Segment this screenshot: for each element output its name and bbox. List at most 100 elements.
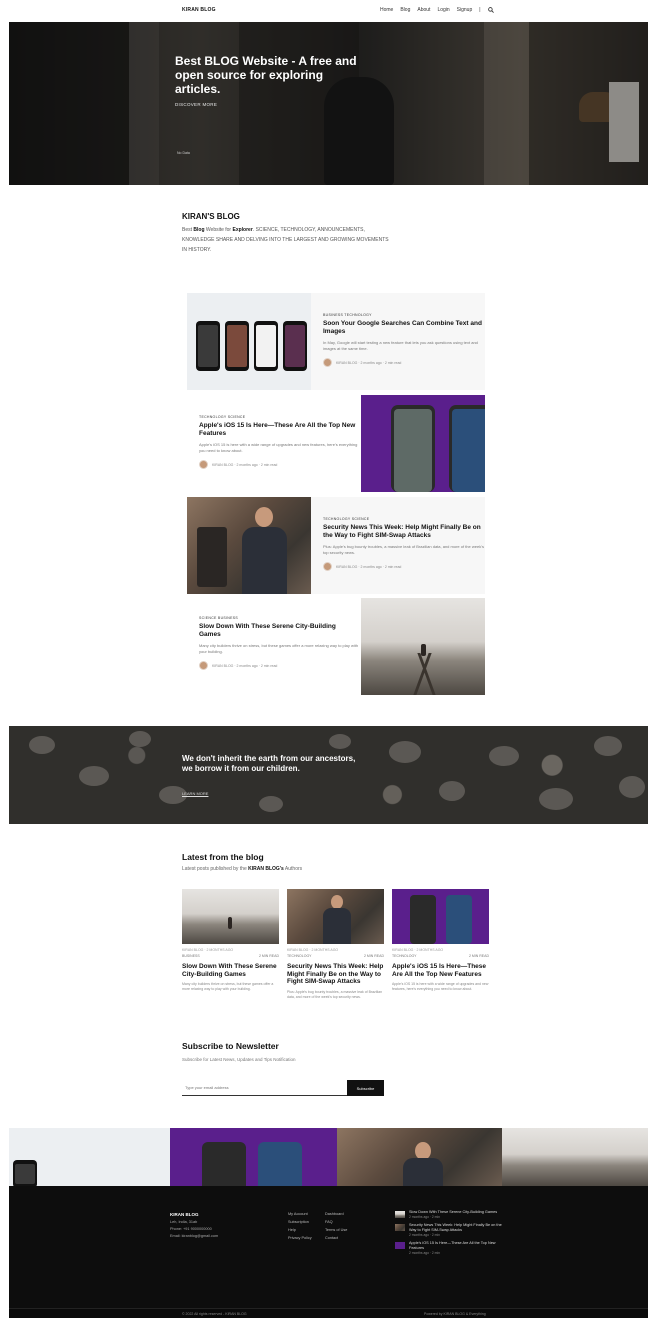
- brand-logo[interactable]: KIRAN BLOG: [182, 7, 216, 13]
- footer-post-date: 2 months ago · 2 min: [409, 1233, 440, 1237]
- footer-post-thumb: [395, 1242, 405, 1249]
- quote-learn-more-link[interactable]: LEARN MORE: [182, 791, 208, 796]
- post-read-time: 2 MIN READ: [258, 954, 279, 958]
- article-meta: KIRAN BLOG · 2 months ago · 2 min read: [336, 360, 402, 365]
- article-title[interactable]: Apple's iOS 15 Is Here—These Are All the…: [199, 422, 359, 438]
- latest-post[interactable]: KIRAN BLOG · 2 MONTHS AGO TECHNOLOGY 2 MI…: [392, 889, 489, 992]
- avatar: [199, 661, 208, 670]
- footer-bottom-bar: [9, 1308, 648, 1318]
- article-card[interactable]: BUSINESS TECHNOLOGY Soon Your Google Sea…: [187, 293, 485, 390]
- intro-text: Best Blog Website for Explorer. SCIENCE,…: [182, 227, 389, 253]
- post-tag[interactable]: TECHNOLOGY: [392, 954, 417, 958]
- post-image: [287, 889, 384, 944]
- article-excerpt: Plus: Apple's bug bounty troubles, a mas…: [323, 544, 484, 555]
- article-title[interactable]: Security News This Week: Help Might Fina…: [323, 524, 488, 540]
- footer-post-thumb: [395, 1211, 405, 1218]
- footer-post-title[interactable]: Security News This Week: Help Might Fina…: [409, 1223, 504, 1233]
- footer-link-privacy[interactable]: Privacy Policy: [288, 1234, 312, 1242]
- footer-post-date: 2 months ago · 2 min: [409, 1215, 440, 1219]
- footer-recent-posts: Slow Down With These Serene City-Buildin…: [395, 1210, 504, 1255]
- hero-banner: [9, 22, 648, 185]
- latest-subtitle: Latest posts published by the KIRAN BLOG…: [182, 866, 303, 872]
- footer-recent-post[interactable]: Apple's iOS 15 Is Here—These Are All the…: [395, 1241, 504, 1255]
- gallery-image-railway[interactable]: [502, 1128, 648, 1186]
- article-image-railway: [361, 598, 485, 695]
- quote-banner: [9, 726, 648, 824]
- article-category[interactable]: BUSINESS TECHNOLOGY: [323, 313, 488, 317]
- subscribe-text: Subscribe for Latest News, Updates and T…: [182, 1057, 296, 1062]
- article-image-phones: [187, 293, 311, 390]
- footer-email[interactable]: Email: kiranblog@gmail.com: [170, 1234, 218, 1238]
- footer-links-col1: My Account Subscription Help Privacy Pol…: [288, 1210, 312, 1242]
- hero-title: Best BLOG Website - A free and open sour…: [175, 54, 357, 96]
- article-card[interactable]: TECHNOLOGY SCIENCE Security News This We…: [187, 497, 485, 594]
- post-excerpt: Plus: Apple's bug bounty troubles, a mas…: [287, 989, 383, 999]
- footer-brand[interactable]: KIRAN BLOG: [170, 1212, 199, 1217]
- post-image: [392, 889, 489, 944]
- post-read-time: 2 MIN READ: [468, 954, 489, 958]
- footer-link-my-account[interactable]: My Account: [288, 1210, 312, 1218]
- footer-link-contact[interactable]: Contact: [325, 1234, 347, 1242]
- nav-link-signup[interactable]: Signup: [457, 7, 473, 15]
- article-image-barista: [187, 497, 311, 594]
- post-date: KIRAN BLOG · 2 MONTHS AGO: [392, 948, 444, 952]
- top-nav: KIRAN BLOG Home Blog About Login Signup …: [0, 0, 649, 22]
- quote-text: We don't inherit the earth from our ance…: [182, 754, 356, 773]
- gallery-image-phones[interactable]: [9, 1128, 170, 1186]
- post-title[interactable]: Apple's iOS 15 Is Here—These Are All the…: [392, 963, 489, 978]
- gallery-image-barista[interactable]: [337, 1128, 502, 1186]
- article-card[interactable]: SCIENCE BUSINESS Slow Down With These Se…: [187, 598, 485, 695]
- article-category[interactable]: TECHNOLOGY SCIENCE: [199, 415, 359, 419]
- footer-link-subscription[interactable]: Subscription: [288, 1218, 312, 1226]
- nav-link-blog[interactable]: Blog: [400, 7, 410, 15]
- hero-badge: No Data: [177, 151, 190, 155]
- footer-gallery: [9, 1128, 648, 1186]
- nav-links: Home Blog About Login Signup |: [380, 7, 494, 15]
- avatar: [199, 460, 208, 469]
- article-image-iphone: [361, 395, 485, 492]
- footer-post-date: 2 months ago · 2 min: [409, 1251, 440, 1255]
- search-icon[interactable]: [487, 7, 494, 15]
- gallery-image-iphone[interactable]: [170, 1128, 337, 1186]
- latest-post[interactable]: KIRAN BLOG · 2 MONTHS AGO TECHNOLOGY 2 MI…: [287, 889, 384, 1000]
- footer-address: Leh, India, 31ab: [170, 1220, 198, 1224]
- nav-link-login[interactable]: Login: [437, 7, 449, 15]
- footer-links-col2: Dashboard FAQ Terms of Use Contact: [325, 1210, 347, 1242]
- subscribe-title: Subscribe to Newsletter: [182, 1041, 279, 1051]
- article-meta: KIRAN BLOG · 2 months ago · 2 min read: [212, 462, 278, 467]
- post-read-time: 2 MIN READ: [363, 954, 384, 958]
- post-excerpt: Many city builders thrive on stress, but…: [182, 982, 274, 991]
- footer-post-thumb: [395, 1224, 405, 1231]
- post-title[interactable]: Slow Down With These Serene City-Buildin…: [182, 963, 279, 978]
- email-input[interactable]: [182, 1080, 347, 1096]
- powered-by: Powered by KIRAN BLOG & Everything: [424, 1312, 486, 1316]
- post-title[interactable]: Security News This Week: Help Might Fina…: [287, 963, 384, 986]
- latest-post[interactable]: KIRAN BLOG · 2 MONTHS AGO BUSINESS 2 MIN …: [182, 889, 279, 992]
- footer-link-help[interactable]: Help: [288, 1226, 312, 1234]
- article-meta: KIRAN BLOG · 2 months ago · 2 min read: [336, 564, 402, 569]
- subscribe-button[interactable]: Subscribe: [347, 1080, 384, 1096]
- footer-link-dashboard[interactable]: Dashboard: [325, 1210, 347, 1218]
- avatar: [323, 562, 332, 571]
- footer-link-terms[interactable]: Terms of Use: [325, 1226, 347, 1234]
- article-title[interactable]: Soon Your Google Searches Can Combine Te…: [323, 320, 488, 336]
- copyright: © 2022 All rights reserved - KIRAN BLOG: [182, 1312, 247, 1316]
- article-card[interactable]: TECHNOLOGY SCIENCE Apple's iOS 15 Is Her…: [187, 395, 485, 492]
- divider: |: [479, 7, 481, 13]
- hero-discover-link[interactable]: DISCOVER MORE: [175, 102, 217, 107]
- footer-recent-post[interactable]: Slow Down With These Serene City-Buildin…: [395, 1210, 504, 1219]
- footer-recent-post[interactable]: Security News This Week: Help Might Fina…: [395, 1223, 504, 1237]
- article-title[interactable]: Slow Down With These Serene City-Buildin…: [199, 623, 359, 639]
- post-date: KIRAN BLOG · 2 MONTHS AGO: [182, 948, 234, 952]
- article-excerpt: Apple's iOS 15 is here with a wide range…: [199, 442, 358, 453]
- nav-link-about[interactable]: About: [417, 7, 430, 15]
- article-category[interactable]: SCIENCE BUSINESS: [199, 616, 359, 620]
- post-tag[interactable]: TECHNOLOGY: [287, 954, 312, 958]
- article-category[interactable]: TECHNOLOGY SCIENCE: [323, 517, 488, 521]
- footer-phone: Phone: +91 9000000000: [170, 1227, 212, 1231]
- footer-post-title[interactable]: Apple's iOS 15 Is Here—These Are All the…: [409, 1241, 504, 1251]
- post-tag[interactable]: BUSINESS: [182, 954, 200, 958]
- nav-link-home[interactable]: Home: [380, 7, 393, 15]
- footer-link-faq[interactable]: FAQ: [325, 1218, 347, 1226]
- post-excerpt: Apple's iOS 15 is here with a wide range…: [392, 982, 489, 991]
